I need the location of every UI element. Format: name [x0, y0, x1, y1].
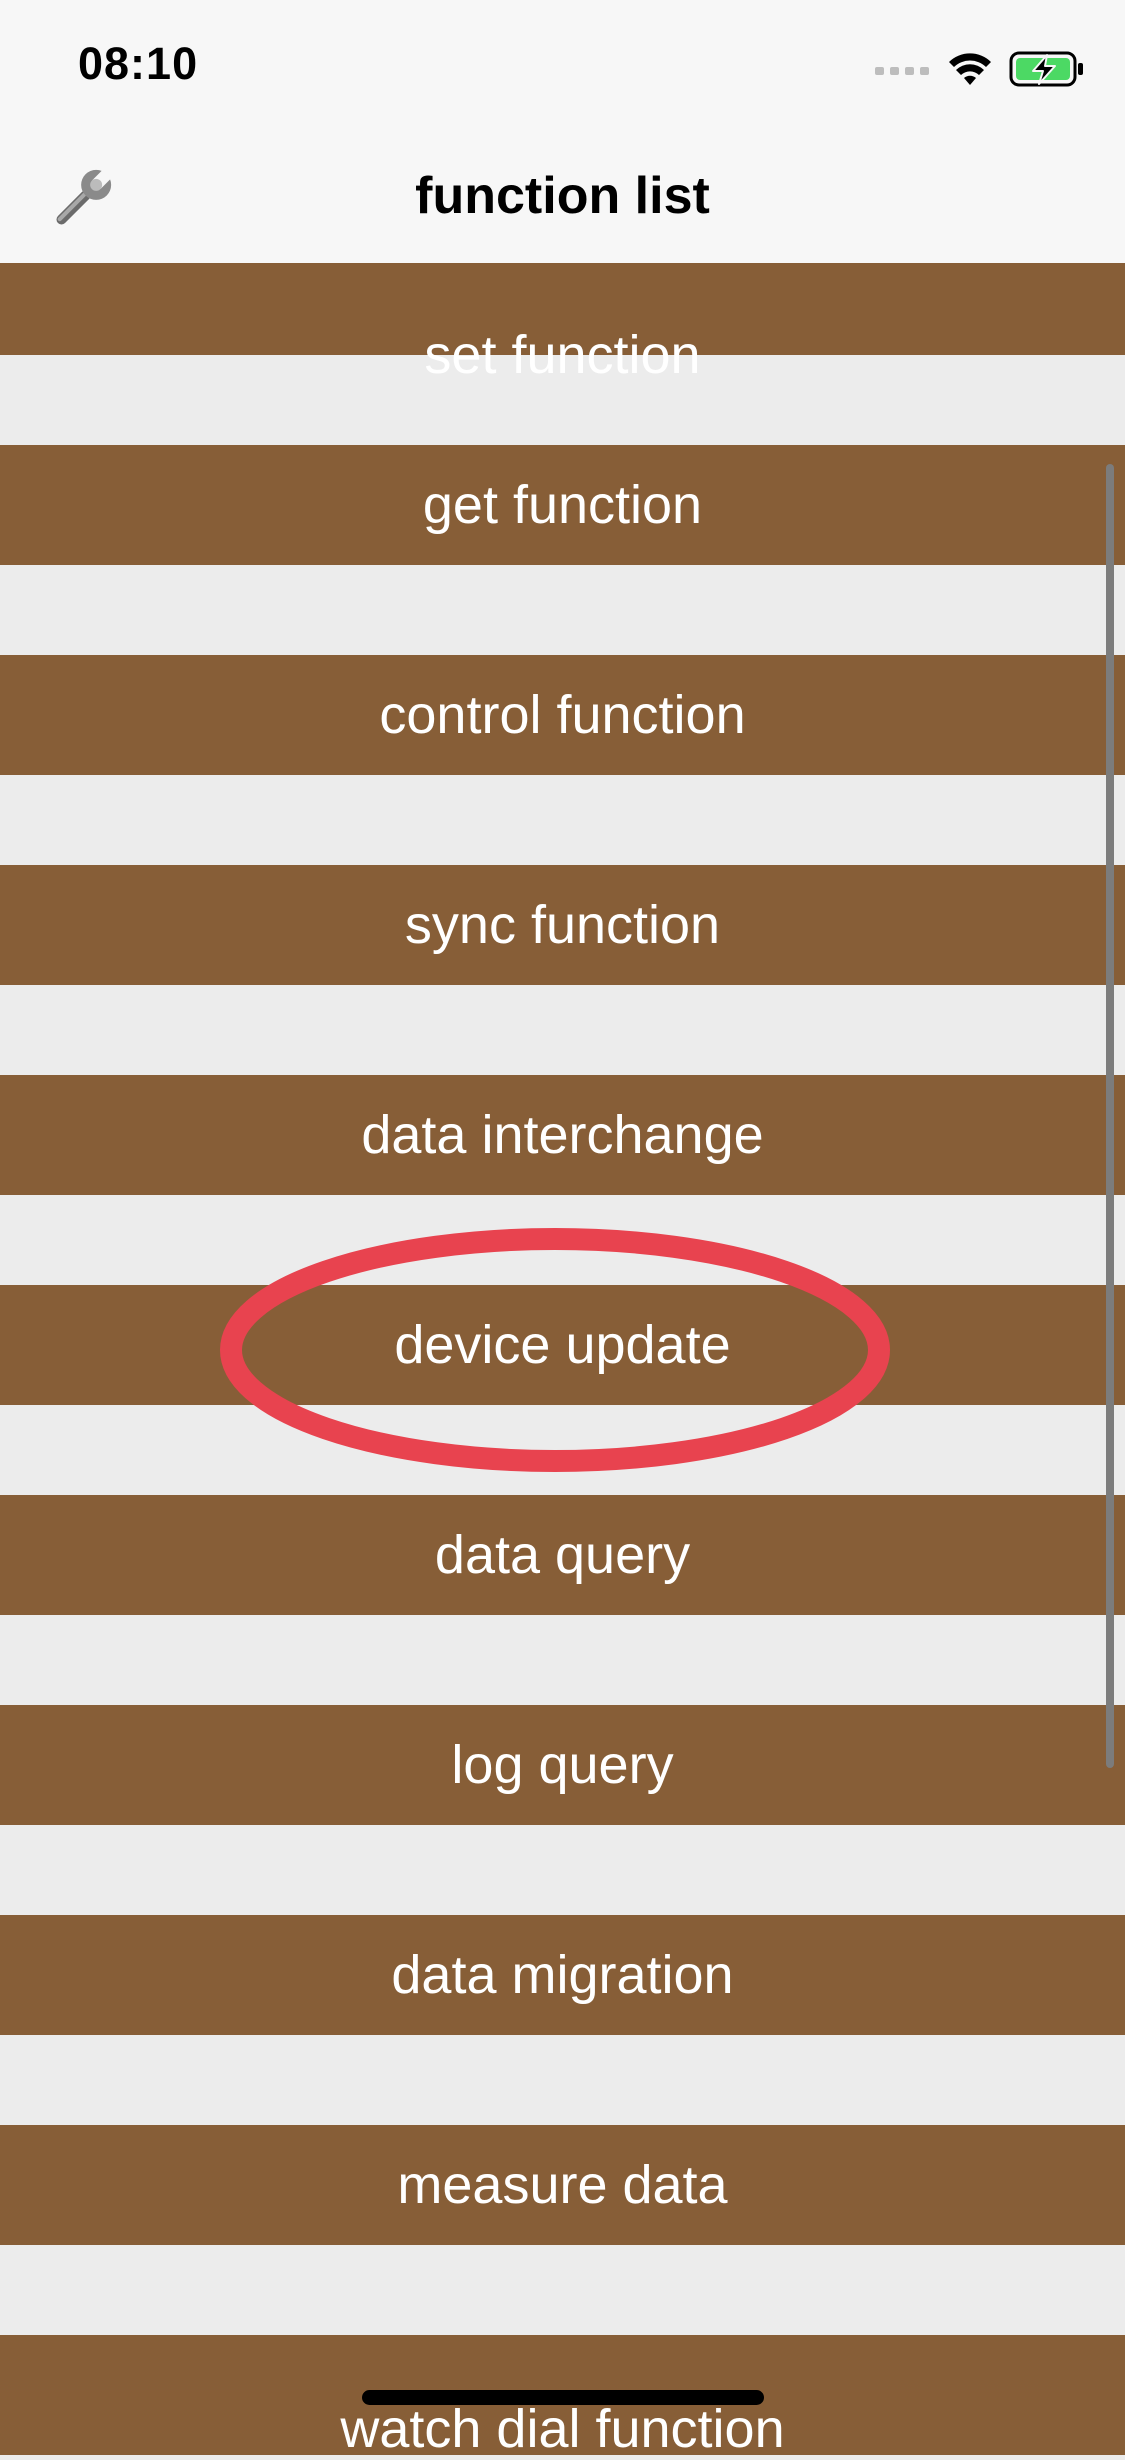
home-indicator[interactable] [362, 2390, 764, 2405]
scrollbar[interactable] [1106, 464, 1114, 1768]
battery-charging-icon [1009, 51, 1083, 87]
list-item-label: set function [424, 325, 701, 385]
list-item-label: sync function [404, 895, 721, 955]
list-item-control-function[interactable]: control function [0, 655, 1125, 775]
list-item-data-interchange[interactable]: data interchange [0, 1075, 1125, 1195]
list-item-label: data query [434, 1525, 691, 1585]
list-item-label: data interchange [361, 1105, 764, 1165]
status-icons [875, 48, 1085, 90]
signal-icon [875, 67, 929, 75]
list-item-label: log query [451, 1735, 674, 1795]
status-time: 08:10 [78, 38, 199, 89]
list-item-device-update[interactable]: device update [0, 1285, 1125, 1405]
list-item-get-function[interactable]: get function [0, 445, 1125, 565]
list-item-data-query[interactable]: data query [0, 1495, 1125, 1615]
list-item-label: control function [379, 685, 746, 745]
list-item-label: get function [422, 475, 703, 535]
wifi-icon [949, 53, 991, 85]
list-item-label: watch dial function [340, 2399, 785, 2459]
page-title: function list [415, 167, 710, 225]
list-item-log-query[interactable]: log query [0, 1705, 1125, 1825]
function-list: set function get function control functi… [0, 0, 1125, 2459]
list-item-measure-data[interactable]: measure data [0, 2125, 1125, 2245]
list-item-sync-function[interactable]: sync function [0, 865, 1125, 985]
list-item-label: data migration [391, 1945, 734, 2005]
list-item-label: device update [394, 1315, 731, 1375]
list-item-label: measure data [397, 2155, 728, 2215]
list-item-data-migration[interactable]: data migration [0, 1915, 1125, 2035]
navigation-bar: 08:10 function list [0, 0, 1125, 263]
